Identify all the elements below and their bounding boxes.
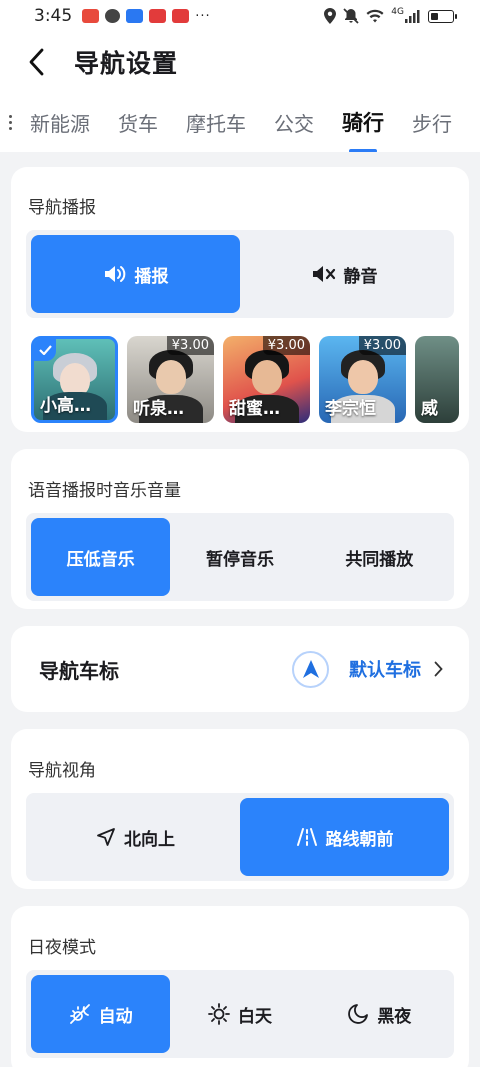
view-angle-title: 导航视角 — [28, 761, 96, 781]
status-time: 3:45 — [34, 6, 73, 26]
chevron-right-icon — [434, 661, 443, 677]
day-mode-button[interactable]: 白天 — [170, 975, 309, 1053]
tab-motorcycle[interactable]: 摩托车 — [186, 108, 246, 137]
mute-button[interactable]: 静音 — [240, 235, 449, 313]
page-title: 导航设置 — [74, 49, 179, 78]
car-marker-card[interactable]: 导航车标 默认车标 — [11, 626, 469, 712]
pause-music-button[interactable]: 暂停音乐 — [170, 518, 309, 596]
auto-mode-button[interactable]: 自动 — [31, 975, 171, 1053]
mute-label: 静音 — [343, 266, 378, 287]
view-angle-toggle: 北向上 路线朝前 — [26, 793, 454, 881]
voice-item[interactable]: 小高… — [31, 336, 118, 423]
day-mode-label: 白天 — [237, 1006, 272, 1027]
voice-item[interactable]: ¥3.00 李宗恒 — [319, 336, 406, 423]
north-up-button[interactable]: 北向上 — [31, 798, 240, 876]
sun-icon — [208, 1003, 230, 1025]
battery-icon — [428, 9, 457, 23]
mute-bell-icon — [343, 8, 359, 24]
broadcast-card: 导航播报 播报 静音 小高… ¥3.00 听泉… ¥3.00 甜蜜… ¥3.00… — [11, 167, 469, 432]
car-marker-value[interactable]: 默认车标 — [349, 656, 421, 682]
speaker-icon — [104, 266, 125, 282]
network-label: 4G — [391, 7, 404, 17]
night-mode-label: 黑夜 — [377, 1006, 412, 1027]
message-icon — [105, 9, 121, 23]
voice-list: 小高… ¥3.00 听泉… ¥3.00 甜蜜… ¥3.00 李宗恒 威 — [11, 336, 469, 423]
play-together-button[interactable]: 共同播放 — [310, 518, 449, 596]
compass-arrow-icon — [97, 828, 115, 846]
lower-music-label: 压低音乐 — [66, 549, 135, 570]
music-volume-card: 语音播报时音乐音量 压低音乐 暂停音乐 共同播放 — [11, 449, 469, 609]
voice-name: 小高… — [40, 396, 91, 416]
route-ahead-button[interactable]: 路线朝前 — [240, 798, 449, 876]
voice-name: 甜蜜… — [229, 399, 280, 419]
back-arrow-icon — [29, 48, 44, 76]
day-night-title: 日夜模式 — [28, 938, 96, 958]
voice-price: ¥3.00 — [358, 336, 406, 355]
broadcast-on-label: 播报 — [134, 266, 169, 287]
tab-walking[interactable]: 步行 — [412, 108, 452, 137]
route-ahead-label: 路线朝前 — [325, 829, 394, 850]
page-header: 导航设置 — [0, 32, 480, 92]
back-button[interactable] — [28, 47, 54, 77]
mute-speaker-icon — [312, 266, 335, 282]
north-up-label: 北向上 — [124, 829, 175, 850]
lower-music-button[interactable]: 压低音乐 — [31, 518, 171, 596]
music-volume-toggle: 压低音乐 暂停音乐 共同播放 — [26, 513, 454, 601]
vehicle-tabs: 新能源 货车 摩托车 公交 骑行 步行 — [0, 92, 480, 152]
car-marker-title: 导航车标 — [39, 658, 119, 683]
voice-name: 威 — [421, 399, 438, 419]
signal-icon — [405, 10, 420, 23]
view-angle-card: 导航视角 北向上 路线朝前 — [11, 729, 469, 889]
voice-price: ¥3.00 — [262, 336, 310, 355]
more-notifications-icon: ··· — [195, 8, 211, 24]
location-icon — [324, 8, 337, 24]
app-icon-1 — [82, 9, 100, 23]
broadcast-on-button[interactable]: 播报 — [31, 235, 240, 313]
tab-new-energy[interactable]: 新能源 — [30, 108, 90, 137]
day-night-card: 日夜模式 自动 白天 黑夜 — [11, 906, 469, 1067]
day-night-toggle: 自动 白天 黑夜 — [26, 970, 454, 1058]
tab-cycling[interactable]: 骑行 — [342, 107, 384, 152]
night-mode-button[interactable]: 黑夜 — [310, 975, 449, 1053]
status-bar: 3:45 ··· 4G — [0, 0, 480, 32]
voice-price: ¥3.00 — [166, 336, 214, 355]
broadcast-title: 导航播报 — [28, 198, 96, 218]
road-icon — [296, 828, 317, 846]
voice-name: 李宗恒 — [325, 399, 376, 419]
music-volume-title: 语音播报时音乐音量 — [28, 481, 181, 501]
voice-item[interactable]: 威 — [415, 336, 459, 423]
voice-name: 听泉… — [133, 399, 184, 419]
auto-mode-icon — [69, 1004, 90, 1024]
auto-mode-label: 自动 — [98, 1006, 133, 1027]
app-icon-3 — [126, 9, 144, 23]
broadcast-toggle: 播报 静音 — [26, 230, 454, 318]
app-icon-5 — [172, 9, 190, 23]
tab-truck[interactable]: 货车 — [118, 108, 158, 137]
more-tabs-icon[interactable] — [8, 114, 12, 130]
voice-item[interactable]: ¥3.00 甜蜜… — [223, 336, 310, 423]
app-icon-4 — [149, 9, 167, 23]
wifi-icon — [366, 9, 384, 23]
voice-item[interactable]: ¥3.00 听泉… — [127, 336, 214, 423]
pause-music-label: 暂停音乐 — [205, 549, 274, 570]
tab-bus[interactable]: 公交 — [274, 108, 314, 137]
play-together-label: 共同播放 — [345, 549, 414, 570]
car-marker-icon — [292, 650, 329, 688]
selected-check-icon — [34, 339, 56, 361]
moon-icon — [348, 1004, 369, 1024]
